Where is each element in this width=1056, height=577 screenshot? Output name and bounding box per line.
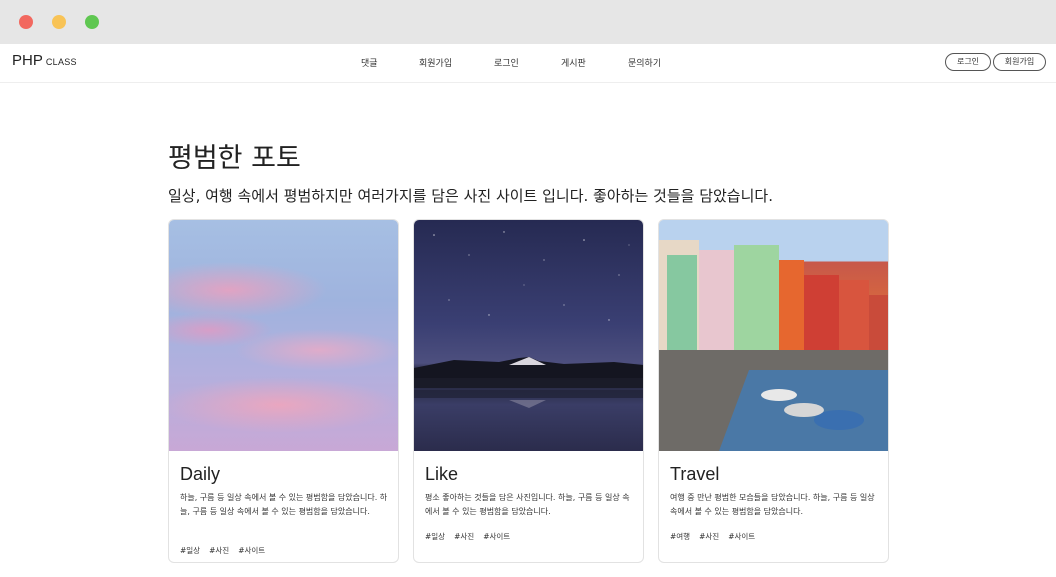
card-tags: #일상 #사진 #사이트 (180, 538, 274, 557)
tag[interactable]: #사진 (454, 532, 474, 541)
tag[interactable]: #사이트 (238, 546, 265, 555)
menu-item-signup[interactable]: 회원가입 (419, 56, 452, 69)
tag[interactable]: #사이트 (483, 532, 510, 541)
login-button[interactable]: 로그인 (945, 53, 991, 71)
card-like[interactable]: Like 평소 좋아하는 것들을 담은 사진입니다. 하늘, 구름 등 일상 속… (413, 219, 644, 563)
canal-town-illustration (659, 220, 888, 451)
close-window-button[interactable] (19, 15, 33, 29)
card-image-canal-town (659, 220, 888, 451)
card-tags: #여행 #사진 #사이트 (670, 524, 764, 543)
maximize-window-button[interactable] (85, 15, 99, 29)
menu-item-board[interactable]: 게시판 (561, 56, 586, 69)
card-tags: #일상 #사진 #사이트 (425, 524, 519, 543)
card-description: 하늘, 구름 등 일상 속에서 볼 수 있는 평범함을 담았습니다. 하늘, 구… (180, 493, 388, 516)
card-image-night-mountain (414, 220, 643, 451)
minimize-window-button[interactable] (52, 15, 66, 29)
card-title: Travel (670, 464, 720, 484)
tag[interactable]: #사진 (699, 532, 719, 541)
main-menu: 댓글 회원가입 로그인 게시판 문의하기 (0, 56, 1056, 72)
signup-button[interactable]: 회원가입 (993, 53, 1046, 71)
tag[interactable]: #여행 (670, 532, 690, 541)
card-image-sky (169, 220, 398, 451)
menu-item-login[interactable]: 로그인 (494, 56, 519, 69)
page-subtitle: 일상, 여행 속에서 평범하지만 여러가지를 담은 사진 사이트 입니다. 좋아… (168, 187, 773, 205)
card-title: Daily (180, 464, 221, 484)
card-title: Like (425, 464, 459, 484)
menu-item-comments[interactable]: 댓글 (361, 56, 378, 69)
tag[interactable]: #사이트 (728, 532, 755, 541)
card-daily[interactable]: Daily 하늘, 구름 등 일상 속에서 볼 수 있는 평범함을 담았습니다.… (168, 219, 399, 563)
card-description: 평소 좋아하는 것들을 담은 사진입니다. 하늘, 구름 등 일상 속에서 볼 … (425, 493, 630, 516)
menu-item-contact[interactable]: 문의하기 (628, 56, 661, 69)
window-title-bar (0, 0, 1056, 44)
card-travel[interactable]: Travel 여행 중 만난 평범한 모습들을 담았습니다. 하늘, 구름 등 … (658, 219, 889, 563)
page-title: 평범한 포토 (168, 143, 301, 174)
tag[interactable]: #일상 (180, 546, 200, 555)
top-navigation: PHP CLASS 댓글 회원가입 로그인 게시판 문의하기 로그인 회원가입 (0, 44, 1056, 83)
card-description: 여행 중 만난 평범한 모습들을 담았습니다. 하늘, 구름 등 일상 속에서 … (670, 493, 875, 516)
tag[interactable]: #사진 (209, 546, 229, 555)
tag[interactable]: #일상 (425, 532, 445, 541)
night-lake-illustration (414, 231, 643, 408)
